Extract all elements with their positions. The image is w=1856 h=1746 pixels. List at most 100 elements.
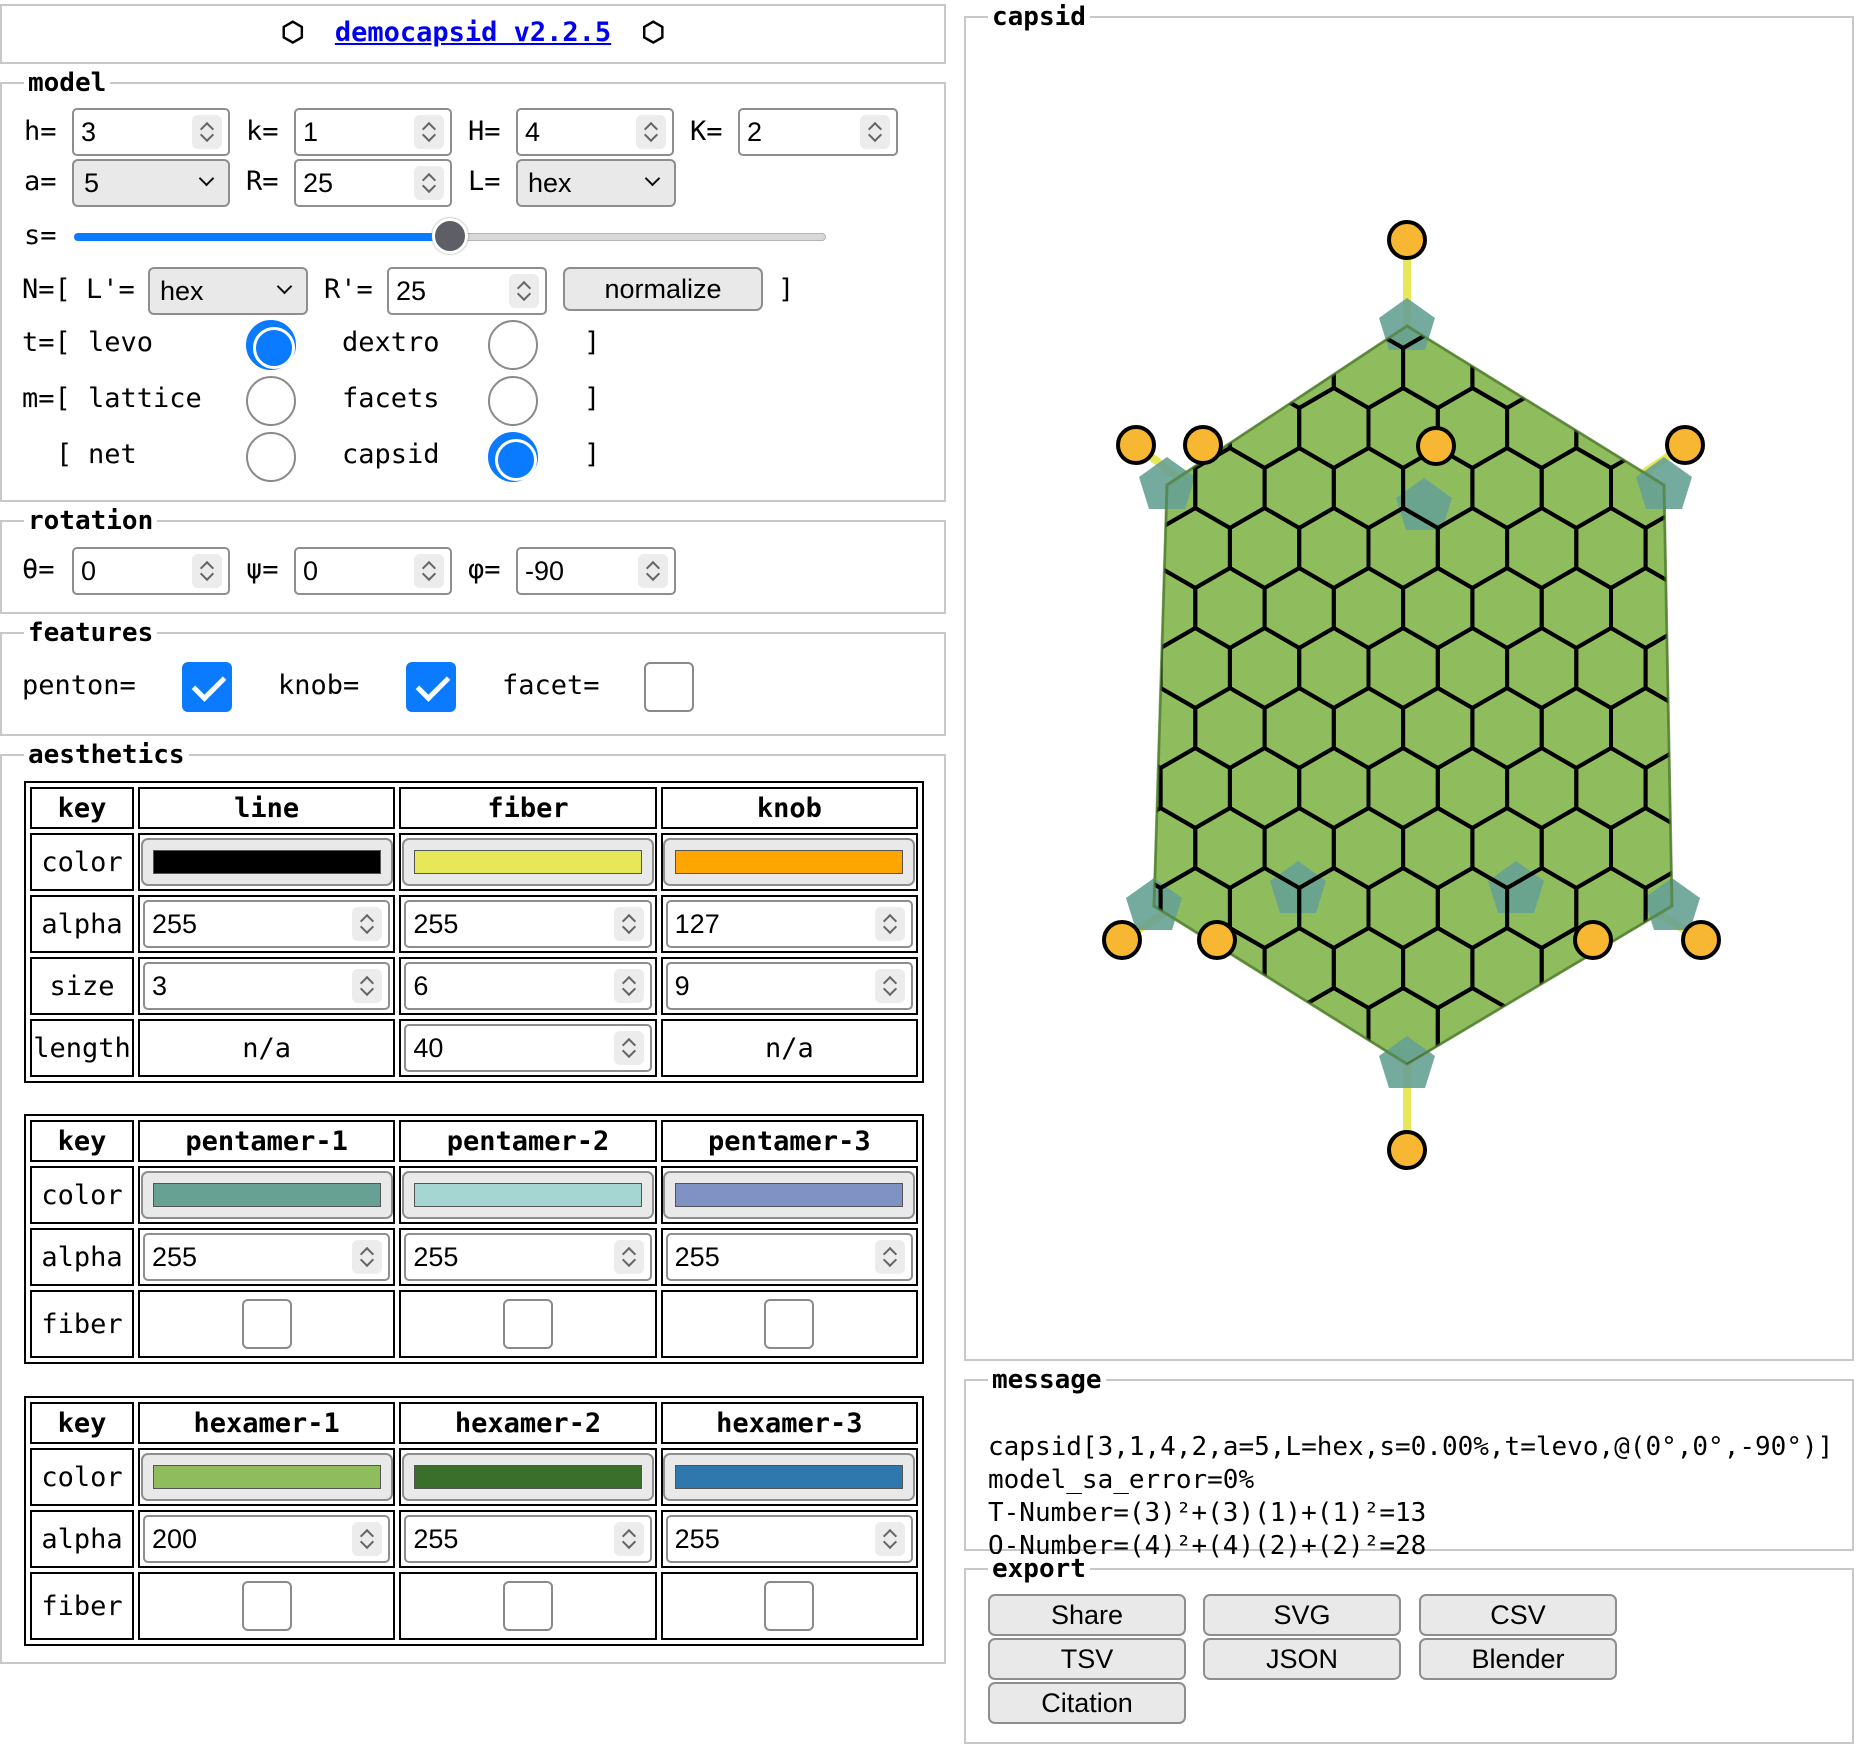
pentamer-1-alpha-input[interactable]: 255: [143, 1233, 391, 1281]
spinner-icon[interactable]: [613, 1031, 644, 1065]
tsv-button[interactable]: TSV: [988, 1638, 1186, 1680]
k-spinner-icon[interactable]: [414, 115, 444, 149]
hexamer-outline: [1750, 808, 1819, 888]
Rprime-input[interactable]: 25: [387, 267, 547, 315]
csv-button[interactable]: CSV: [1419, 1594, 1617, 1636]
capsid-render[interactable]: [966, 18, 1852, 1359]
col-header-line: line: [138, 787, 396, 829]
hexamer-2-alpha-input[interactable]: 255: [404, 1515, 652, 1563]
theta-input[interactable]: 0: [72, 547, 230, 595]
psi-spinner-icon[interactable]: [414, 554, 444, 588]
pentamer-1-color-picker[interactable]: [140, 1171, 393, 1219]
knob-color-picker[interactable]: [663, 838, 916, 886]
spinner-icon[interactable]: [875, 1240, 905, 1274]
spinner-icon[interactable]: [875, 907, 905, 941]
spinner-icon[interactable]: [875, 1522, 905, 1556]
L-select[interactable]: hex: [516, 159, 676, 207]
Lprime-select[interactable]: hex: [148, 267, 308, 315]
hexamer-2-color-picker[interactable]: [401, 1453, 654, 1501]
Rprime-spinner-icon[interactable]: [509, 274, 539, 308]
line-size-input[interactable]: 3: [143, 962, 391, 1010]
svg-button[interactable]: SVG: [1203, 1594, 1401, 1636]
theta-spinner-icon[interactable]: [192, 554, 222, 588]
hexamer-outline: [1715, 1108, 1784, 1188]
fiber-alpha-input[interactable]: 255: [404, 900, 652, 948]
message-line-tnumber: T-Number=(3)²+(3)(1)+(1)²=13: [988, 1498, 1427, 1528]
K-input[interactable]: 2: [738, 108, 898, 156]
h-input[interactable]: 3: [72, 108, 230, 156]
hexamer-outline: [1819, 1168, 1852, 1248]
hexamer-outline: [1472, 1288, 1541, 1359]
spinner-icon[interactable]: [352, 907, 383, 941]
color-swatch: [152, 1465, 381, 1489]
hexamer-outline: [1819, 928, 1852, 1008]
pentamer-1-fiber-checkbox[interactable]: [241, 1299, 292, 1349]
R-input[interactable]: 25: [294, 159, 452, 207]
dextro-radio[interactable]: [488, 320, 538, 370]
phi-input[interactable]: -90: [516, 547, 676, 595]
spinner-icon[interactable]: [613, 1522, 644, 1556]
hexamer-1-color-picker[interactable]: [140, 1453, 393, 1501]
H-input[interactable]: 4: [516, 108, 674, 156]
message-text: capsid[3,1,4,2,a=5,L=hex,s=0.00%,t=levo,…: [988, 1398, 1833, 1596]
aesthetics-legend: aesthetics: [24, 740, 189, 770]
spinner-icon[interactable]: [352, 1522, 383, 1556]
normalize-button[interactable]: normalize: [563, 267, 763, 311]
pentamer-3-fiber-checkbox[interactable]: [764, 1299, 815, 1349]
share-button[interactable]: Share: [988, 1594, 1186, 1636]
chevron-down-icon: [644, 170, 661, 187]
s-slider[interactable]: [74, 218, 826, 254]
h-spinner-icon[interactable]: [192, 115, 222, 149]
pentamer-2-alpha-input[interactable]: 255: [404, 1233, 652, 1281]
spinner-icon[interactable]: [875, 969, 905, 1003]
blender-button[interactable]: Blender: [1419, 1638, 1617, 1680]
key-header: key: [30, 1120, 134, 1162]
net-radio[interactable]: [246, 432, 296, 482]
spinner-icon[interactable]: [352, 969, 383, 1003]
H-spinner-icon[interactable]: [636, 115, 666, 149]
facets-radio[interactable]: [488, 376, 538, 426]
hexamer-3-color-picker[interactable]: [663, 1453, 916, 1501]
knob-alpha-input[interactable]: 127: [665, 900, 913, 948]
hexamer-1-alpha-input[interactable]: 200: [143, 1515, 391, 1563]
pentamer-2-color-picker[interactable]: [401, 1171, 654, 1219]
lattice-radio[interactable]: [246, 376, 296, 426]
s-slider-thumb[interactable]: [432, 218, 468, 254]
levo-radio[interactable]: [246, 320, 296, 370]
phi-label: φ=: [468, 554, 501, 585]
hexamer-3-alpha-input[interactable]: 255: [665, 1515, 913, 1563]
fiber-color-picker[interactable]: [401, 838, 654, 886]
phi-spinner-icon[interactable]: [638, 554, 668, 588]
knob-size-input[interactable]: 9: [665, 962, 913, 1010]
hexamer-outline: [1154, 626, 1163, 710]
line-alpha-input[interactable]: 255: [143, 900, 391, 948]
line-color-picker[interactable]: [140, 838, 393, 886]
app-title-link[interactable]: democapsid v2.2.5: [335, 17, 611, 48]
fiber-length-input[interactable]: 40: [404, 1024, 652, 1072]
hexamer-3-fiber-checkbox[interactable]: [764, 1581, 815, 1631]
pentamer-3-color-picker[interactable]: [663, 1171, 916, 1219]
hexamer-2-fiber-checkbox[interactable]: [502, 1581, 553, 1631]
spinner-icon[interactable]: [613, 907, 644, 941]
R-label: R=: [246, 166, 279, 197]
a-select[interactable]: 5: [72, 159, 230, 207]
pentamer-3-alpha-input[interactable]: 255: [665, 1233, 913, 1281]
capsid-radio[interactable]: [488, 432, 538, 482]
hexamer-1-fiber-checkbox[interactable]: [241, 1581, 292, 1631]
psi-input[interactable]: 0: [294, 547, 452, 595]
K-spinner-icon[interactable]: [860, 115, 890, 149]
hexamer-outline: [1680, 1288, 1749, 1359]
facet-checkbox[interactable]: [644, 662, 694, 712]
spinner-icon[interactable]: [352, 1240, 383, 1274]
knob-checkbox[interactable]: [406, 662, 456, 712]
k-input[interactable]: 1: [294, 108, 452, 156]
json-button[interactable]: JSON: [1203, 1638, 1401, 1680]
R-spinner-icon[interactable]: [414, 166, 444, 200]
citation-button[interactable]: Citation: [988, 1682, 1186, 1724]
penton-checkbox[interactable]: [182, 662, 232, 712]
pentamer-2-fiber-checkbox[interactable]: [502, 1299, 553, 1349]
spinner-icon[interactable]: [613, 1240, 644, 1274]
spinner-icon[interactable]: [613, 969, 644, 1003]
fiber-size-input[interactable]: 6: [404, 962, 652, 1010]
hexamer-outline: [1819, 688, 1852, 768]
